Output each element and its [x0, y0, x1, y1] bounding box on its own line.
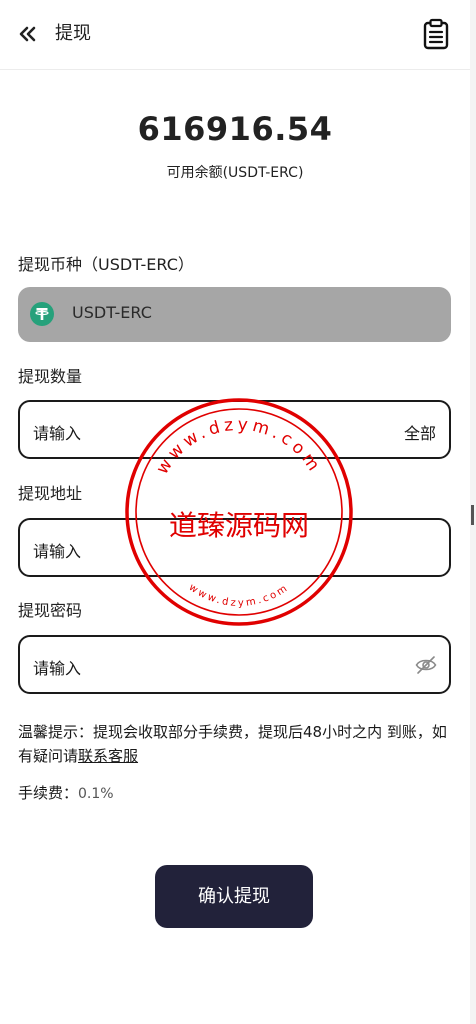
currency-selector[interactable]: USDT-ERC — [18, 287, 451, 342]
clipboard-icon[interactable] — [422, 18, 450, 50]
password-label: 提现密码 — [18, 601, 83, 620]
currency-value: USDT-ERC — [72, 303, 152, 322]
contact-support-link[interactable]: 联系客服 — [78, 747, 138, 765]
tether-icon — [30, 302, 54, 326]
double-chevron-left-icon[interactable] — [16, 22, 40, 46]
password-placeholder: 请输入 — [33, 659, 82, 678]
confirm-withdraw-button[interactable]: 确认提现 — [155, 865, 313, 928]
balance-label: 可用余额(USDT-ERC) — [166, 165, 304, 181]
address-input[interactable]: 请输入 — [18, 518, 451, 577]
password-input[interactable]: 请输入 — [18, 635, 451, 694]
scrollbar-thumb[interactable] — [471, 505, 474, 525]
fee-row: 手续费：0.1% — [18, 782, 114, 803]
eye-off-icon[interactable] — [415, 655, 437, 675]
fee-value: 0.1% — [78, 786, 114, 802]
currency-label: 提现币种（USDT-ERC） — [18, 255, 194, 274]
warm-tip: 温馨提示：提现会收取部分手续费，提现后48小时之内 到账，如有疑问请联系客服 — [18, 720, 458, 768]
withdraw-all-button[interactable]: 全部 — [404, 420, 436, 444]
quantity-label: 提现数量 — [18, 367, 83, 386]
address-placeholder: 请输入 — [33, 542, 82, 561]
fee-label: 手续费： — [18, 784, 79, 802]
balance-amount: 616916.54 — [137, 110, 333, 148]
page-title: 提现 — [55, 23, 91, 44]
svg-text:www.dzym.com: www.dzym.com — [187, 582, 292, 609]
address-label: 提现地址 — [18, 484, 83, 503]
quantity-placeholder: 请输入 — [33, 424, 82, 443]
app-header: 提现 — [0, 0, 470, 70]
quantity-input[interactable]: 请输入 全部 — [18, 400, 451, 459]
